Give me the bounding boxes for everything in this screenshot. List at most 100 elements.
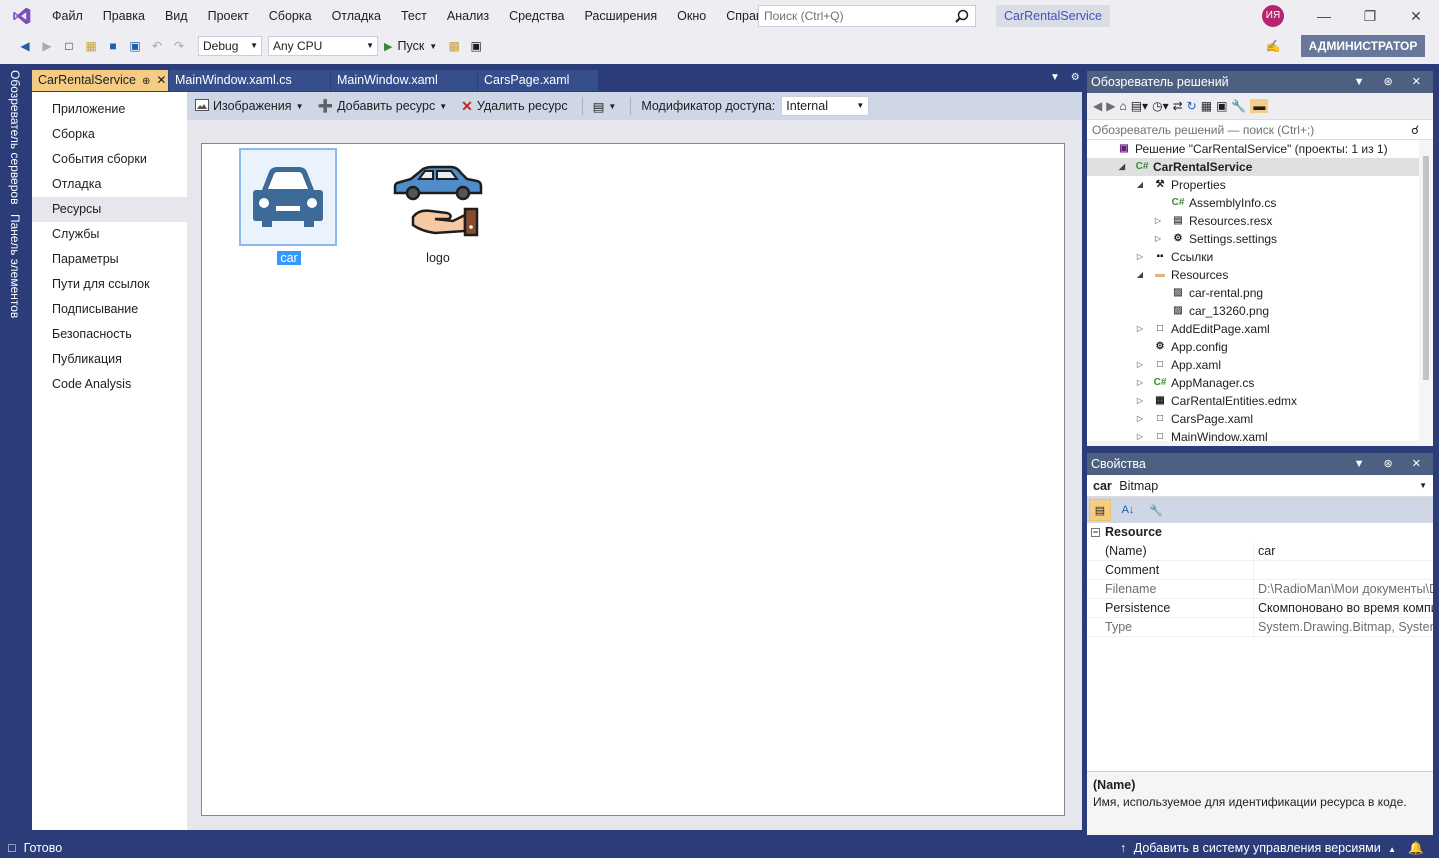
tree-item[interactable]: ▷ C# AppManager.cs <box>1087 374 1419 392</box>
server-explorer-tab[interactable]: Обозреватель серверов <box>8 70 22 204</box>
tab-list-icon[interactable]: ▼ <box>1050 72 1060 83</box>
menu-item[interactable]: Тест <box>391 0 437 32</box>
doc-tab[interactable]: CarRentalService ⊕ ✕ <box>32 70 168 91</box>
configuration-select[interactable]: Debug ▼ <box>198 36 262 56</box>
menu-item[interactable]: Проект <box>198 0 259 32</box>
menu-item[interactable]: Сборка <box>259 0 322 32</box>
nav-item[interactable]: Публикация <box>32 347 187 372</box>
close-tab-icon[interactable]: ✕ <box>156 73 166 87</box>
redo-icon[interactable]: ↷ <box>171 38 187 54</box>
pin-icon[interactable]: ⊕ <box>142 76 150 87</box>
menu-item[interactable]: Средства <box>499 0 574 32</box>
expand-arrow-icon[interactable]: ▷ <box>1135 428 1145 441</box>
panel-controls[interactable]: ▼ ⊛ ✕ <box>1354 71 1429 93</box>
expand-arrow-icon[interactable]: ▷ <box>1135 410 1145 428</box>
categorized-icon[interactable]: ▤ <box>1089 499 1111 521</box>
nav-item[interactable]: Приложение <box>32 97 187 122</box>
tree-item[interactable]: ⚙ App.config <box>1087 338 1419 356</box>
property-category[interactable]: − Resource <box>1087 523 1433 542</box>
menu-item[interactable]: Расширения <box>574 0 667 32</box>
undo-icon[interactable]: ↶ <box>149 38 165 54</box>
doc-tab[interactable]: MainWindow.xaml <box>331 70 477 91</box>
add-resource-button[interactable]: ➕ Добавить ресурс ▼ <box>317 99 447 114</box>
pending-changes-filter-icon[interactable]: ◷▾ <box>1152 99 1169 113</box>
sync-icon[interactable]: ⇄ <box>1173 99 1183 113</box>
collapse-arrow-icon[interactable]: ◢ <box>1135 266 1145 284</box>
tree-item[interactable]: ▷ ⚙ Settings.settings <box>1087 230 1419 248</box>
tree-item[interactable]: ▷ ▦ CarRentalEntities.edmx <box>1087 392 1419 410</box>
resource-item-logo[interactable]: logo <box>388 148 488 265</box>
tree-item[interactable]: ▷ □ MainWindow.xaml <box>1087 428 1419 441</box>
property-value[interactable]: System.Drawing.Bitmap, System. <box>1254 618 1433 636</box>
collapse-arrow-icon[interactable]: ◢ <box>1135 176 1145 194</box>
property-row[interactable]: (Name) car <box>1087 542 1433 561</box>
collapse-all-icon[interactable]: ▦ <box>1201 99 1212 113</box>
panel-controls[interactable]: ▼ ⊛ ✕ <box>1354 453 1429 475</box>
show-all-files-icon[interactable]: ▣ <box>1216 99 1227 113</box>
new-project-icon[interactable]: □ <box>61 38 77 54</box>
tree-item[interactable]: ▨ car_13260.png <box>1087 302 1419 320</box>
tree-item[interactable]: ◢ ▬ Resources <box>1087 266 1419 284</box>
resource-type-dropdown[interactable]: Изображения ▼ <box>195 98 303 114</box>
close-window-icon[interactable]: ✕ <box>1406 6 1426 26</box>
solution-explorer-search[interactable]: Обозреватель решений — поиск (Ctrl+;) ☌ <box>1087 119 1433 140</box>
tree-item[interactable]: ◢ ⚒ Properties <box>1087 176 1419 194</box>
properties-wrench-icon[interactable]: 🔧 <box>1231 99 1246 113</box>
back-icon[interactable]: ◀ <box>17 38 33 54</box>
nav-item[interactable]: Отладка <box>32 172 187 197</box>
property-value[interactable]: D:\RadioMan\Мои документы\D <box>1254 580 1433 598</box>
property-row[interactable]: Type System.Drawing.Bitmap, System. <box>1087 618 1433 637</box>
home-icon[interactable]: ⌂ <box>1119 99 1126 113</box>
back-icon[interactable]: ◀ <box>1093 99 1102 113</box>
doc-tab[interactable]: CarsPage.xaml <box>478 70 598 91</box>
nav-item[interactable]: Безопасность <box>32 322 187 347</box>
browser-link-icon[interactable]: ▩ <box>446 38 462 54</box>
property-row[interactable]: Persistence Скомпоновано во время компи <box>1087 599 1433 618</box>
nav-item[interactable]: Подписывание <box>32 297 187 322</box>
doc-tab[interactable]: MainWindow.xaml.cs <box>169 70 330 91</box>
tree-item[interactable]: ◢ C# CarRentalService <box>1087 158 1419 176</box>
toolbox-tab[interactable]: Панель элементов <box>8 214 22 318</box>
tree-item[interactable]: C# AssemblyInfo.cs <box>1087 194 1419 212</box>
collapse-arrow-icon[interactable]: ◢ <box>1117 158 1127 176</box>
refresh-icon[interactable]: ↻ <box>1187 99 1197 113</box>
gear-icon[interactable]: ⚙ <box>1071 72 1080 83</box>
expand-arrow-icon[interactable]: ▷ <box>1135 248 1145 266</box>
resource-item-car[interactable]: car <box>239 148 339 265</box>
open-folder-icon[interactable]: ▦ <box>83 38 99 54</box>
nav-item[interactable]: Code Analysis <box>32 372 187 397</box>
visual-studio-logo-icon[interactable] <box>10 6 34 26</box>
save-icon[interactable]: ■ <box>105 38 121 54</box>
property-value[interactable]: Скомпоновано во время компи <box>1254 599 1433 617</box>
restore-icon[interactable]: ❐ <box>1360 6 1380 26</box>
expand-arrow-icon[interactable]: ▷ <box>1135 320 1145 338</box>
tree-item[interactable]: ▨ car-rental.png <box>1087 284 1419 302</box>
nav-item[interactable]: Ресурсы <box>32 197 193 222</box>
collapse-icon[interactable]: − <box>1091 528 1100 537</box>
menu-item[interactable]: Окно <box>667 0 716 32</box>
tree-item[interactable]: ▷ □ App.xaml <box>1087 356 1419 374</box>
quick-launch-search[interactable]: Поиск (Ctrl+Q) <box>758 5 976 27</box>
device-preview-icon[interactable]: ▣ <box>468 38 484 54</box>
scrollbar-thumb[interactable] <box>1423 156 1429 380</box>
expand-arrow-icon[interactable]: ▷ <box>1135 356 1145 374</box>
view-dropdown[interactable]: ▤ ▼ <box>593 99 617 114</box>
nav-item[interactable]: Сборка <box>32 122 187 147</box>
tree-item[interactable]: ▷ ▤ Resources.resx <box>1087 212 1419 230</box>
nav-item[interactable]: События сборки <box>32 147 187 172</box>
tree-item[interactable]: ▷ ▪▪ Ссылки <box>1087 248 1419 266</box>
menu-item[interactable]: Вид <box>155 0 198 32</box>
minimize-icon[interactable]: — <box>1314 6 1334 26</box>
expand-arrow-icon[interactable]: ▷ <box>1153 212 1163 230</box>
expand-arrow-icon[interactable]: ▷ <box>1135 392 1145 410</box>
notifications-icon[interactable]: 🔔 <box>1408 838 1424 858</box>
tree-scrollbar[interactable] <box>1419 140 1433 441</box>
forward-icon[interactable]: ▶ <box>39 38 55 54</box>
nav-item[interactable]: Параметры <box>32 247 187 272</box>
forward-icon[interactable]: ▶ <box>1106 99 1115 113</box>
property-pages-wrench-icon[interactable]: 🔧 <box>1145 499 1167 521</box>
administrator-badge[interactable]: АДМИНИСТРАТОР <box>1301 35 1425 57</box>
property-value[interactable] <box>1254 561 1433 579</box>
preview-selected-icon[interactable]: ▬ <box>1250 99 1269 113</box>
save-all-icon[interactable]: ▣ <box>127 38 143 54</box>
